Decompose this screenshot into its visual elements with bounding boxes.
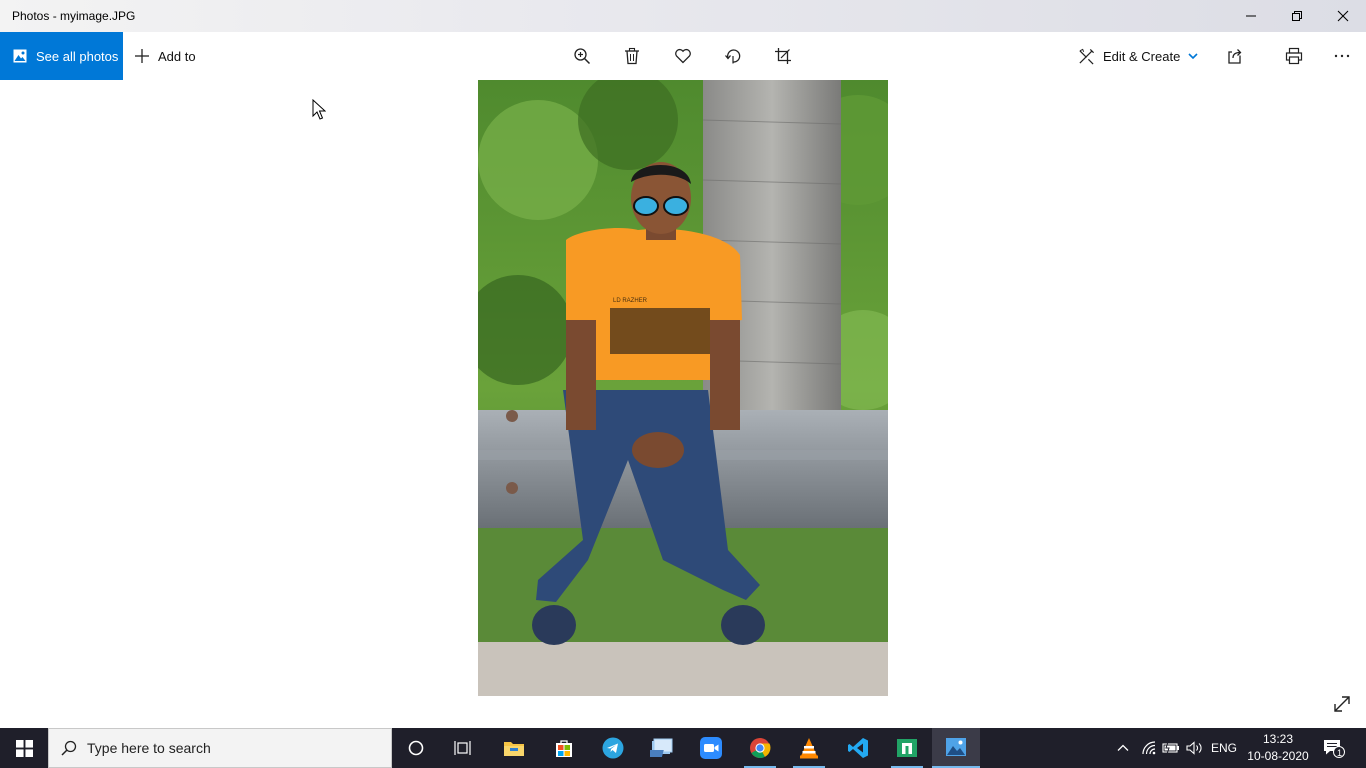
minimize-icon	[1246, 15, 1256, 17]
print-button[interactable]	[1282, 44, 1306, 68]
mouse-cursor-icon	[312, 99, 326, 120]
crop-button[interactable]	[771, 44, 795, 68]
chevron-up-icon	[1117, 744, 1129, 751]
add-to-button[interactable]: Add to	[134, 32, 196, 80]
edit-create-label: Edit & Create	[1103, 48, 1181, 64]
delete-icon	[625, 47, 639, 65]
file-explorer-button[interactable]	[490, 728, 538, 768]
more-icon	[1334, 54, 1350, 58]
zoom-app-icon	[700, 737, 722, 759]
clock[interactable]: 13:23 10-08-2020	[1246, 731, 1310, 765]
plus-icon	[135, 49, 149, 63]
chrome-button[interactable]	[736, 728, 784, 768]
battery-charging-icon	[1162, 742, 1179, 754]
start-button[interactable]	[0, 728, 48, 768]
edit-create-button[interactable]: Edit & Create	[1078, 32, 1198, 80]
cortana-button[interactable]	[392, 728, 440, 768]
close-button[interactable]	[1320, 0, 1366, 32]
title-bar: Photos - myimage.JPG	[0, 0, 1366, 32]
add-to-label: Add to	[158, 48, 196, 64]
telegram-icon	[602, 737, 624, 759]
store-icon	[556, 740, 572, 757]
zoom-app-button[interactable]	[687, 728, 735, 768]
svg-text:LD RAZHER: LD RAZHER	[613, 298, 648, 304]
photos-gallery-icon	[13, 49, 27, 63]
delete-button[interactable]	[620, 44, 644, 68]
zoom-icon	[574, 48, 591, 65]
store-button[interactable]	[540, 728, 588, 768]
show-hidden-icons-button[interactable]	[1112, 728, 1134, 768]
window-title: Photos - myimage.JPG	[12, 9, 136, 23]
user-folder-icon	[650, 738, 673, 757]
edit-create-icon	[1079, 48, 1095, 64]
volume-icon	[1186, 741, 1202, 755]
app-button[interactable]	[883, 728, 931, 768]
search-placeholder: Type here to search	[87, 740, 211, 756]
fullscreen-icon[interactable]	[1332, 694, 1352, 714]
user-folder-button[interactable]	[638, 728, 686, 768]
person-photo: LD RAZHER	[478, 80, 888, 696]
battery-button[interactable]	[1160, 728, 1182, 768]
crop-icon	[775, 48, 791, 64]
vscode-button[interactable]	[834, 728, 882, 768]
photos-icon	[946, 738, 966, 756]
telegram-button[interactable]	[589, 728, 637, 768]
clock-time: 13:23	[1262, 732, 1294, 746]
chevron-down-icon	[1188, 53, 1198, 60]
rotate-button[interactable]	[721, 44, 745, 68]
share-icon	[1228, 49, 1242, 64]
task-view-icon	[454, 741, 471, 755]
favorite-button[interactable]	[671, 44, 695, 68]
photos-app-button[interactable]	[932, 728, 980, 768]
network-button[interactable]	[1138, 728, 1160, 768]
notification-count: 1	[1337, 748, 1343, 758]
share-button[interactable]	[1224, 44, 1248, 68]
vscode-icon	[848, 738, 868, 758]
windows-logo-icon	[15, 739, 33, 757]
app-icon	[897, 739, 917, 757]
task-view-button[interactable]	[440, 728, 488, 768]
input-language-button[interactable]: ENG	[1208, 728, 1240, 768]
language-label: ENG	[1210, 741, 1237, 755]
minimize-button[interactable]	[1228, 0, 1274, 32]
clock-date: 10-08-2020	[1247, 749, 1309, 763]
restore-button[interactable]	[1274, 0, 1320, 32]
photo-viewer-image[interactable]: LD RAZHER	[478, 80, 888, 696]
taskbar: Type here to search ENG 13:23 10-08-2020…	[0, 728, 1366, 768]
command-bar: See all photos Add to Edit & Create	[0, 32, 1366, 80]
chrome-icon	[750, 738, 771, 759]
more-button[interactable]	[1330, 44, 1354, 68]
taskbar-search-box[interactable]: Type here to search	[48, 728, 392, 768]
vlc-button[interactable]	[785, 728, 833, 768]
see-all-photos-button[interactable]: See all photos	[0, 32, 123, 80]
print-icon	[1285, 47, 1303, 65]
cortana-icon	[408, 740, 424, 756]
restore-icon	[1292, 11, 1302, 21]
search-icon	[61, 740, 77, 756]
action-center-button[interactable]: 1	[1318, 728, 1350, 768]
rotate-icon	[725, 49, 741, 64]
favorite-icon	[675, 48, 691, 64]
zoom-button[interactable]	[570, 44, 594, 68]
close-icon	[1337, 10, 1349, 22]
volume-button[interactable]	[1184, 728, 1206, 768]
file-explorer-icon	[504, 742, 524, 756]
vlc-icon	[800, 738, 818, 759]
see-all-photos-label: See all photos	[36, 48, 119, 64]
wifi-icon	[1142, 741, 1156, 755]
